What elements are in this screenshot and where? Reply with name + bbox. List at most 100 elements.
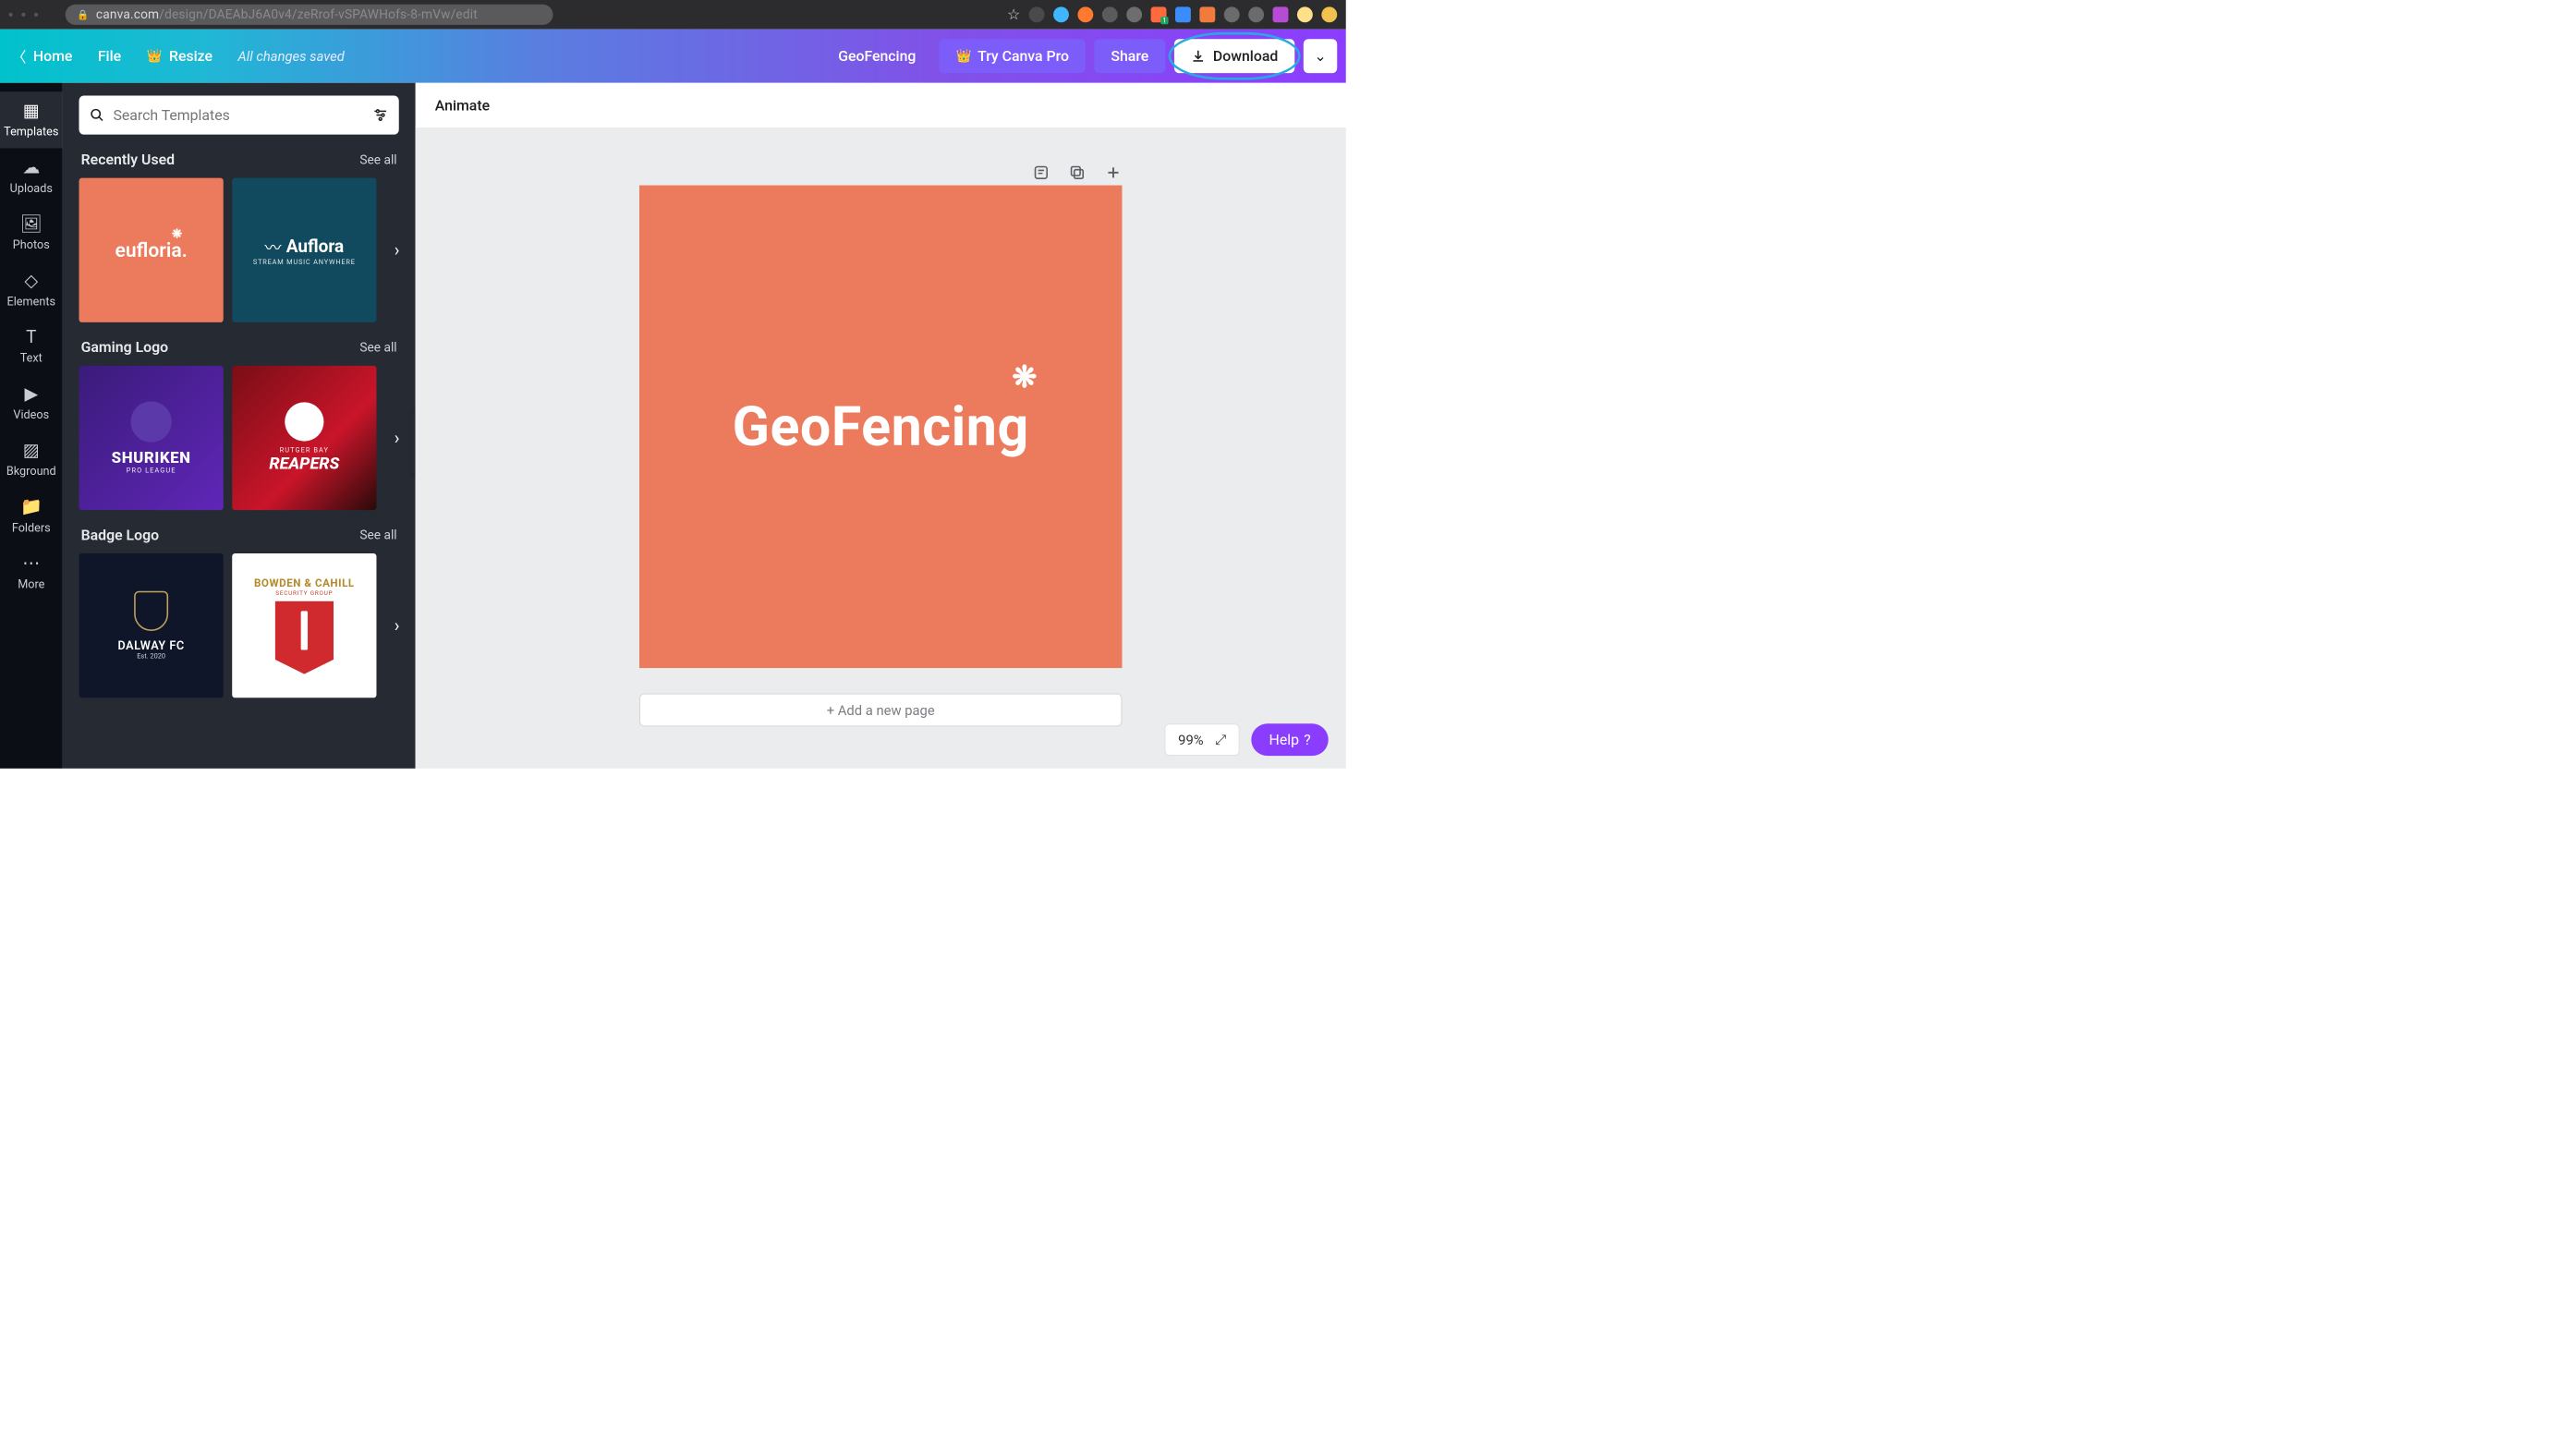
ext-icon[interactable] (1029, 6, 1045, 22)
rail-templates[interactable]: ▦Templates (0, 91, 63, 148)
banner-icon (275, 601, 334, 674)
search-input[interactable] (113, 106, 363, 123)
rail-label: Text (20, 351, 42, 365)
templates-panel: Recently Used See all eufloria. ❋ 〰Auflo… (63, 83, 416, 769)
duplicate-page-icon[interactable] (1068, 164, 1086, 181)
section-title-recent: Recently Used (81, 152, 175, 168)
rail-uploads[interactable]: ☁Uploads (0, 148, 63, 204)
lock-icon: 🔒 (77, 9, 89, 21)
download-label: Download (1213, 47, 1278, 64)
fullscreen-icon[interactable]: ⤢ (1215, 732, 1226, 748)
rail-label: More (18, 577, 44, 591)
ext-icon[interactable] (1248, 6, 1264, 22)
share-button[interactable]: Share (1094, 39, 1165, 73)
thumb-title: BOWDEN & CAHILL (254, 577, 355, 589)
side-rail: ▦Templates ☁Uploads 🖼 Photos ◇Elements TT… (0, 83, 63, 769)
ext-icon[interactable] (1053, 6, 1069, 22)
crest-icon (134, 591, 168, 631)
rail-label: Bkground (6, 464, 56, 478)
thumb-title: eufloria. (115, 238, 187, 261)
rail-bkground[interactable]: ▨Bkground (0, 431, 63, 488)
search-icon (90, 108, 104, 123)
canvas-toolbar: Animate (416, 83, 1346, 129)
section-title-gaming: Gaming Logo (81, 339, 168, 356)
photos-icon: 🖼 (0, 213, 63, 234)
rail-label: Elements (7, 295, 55, 309)
resize-label: Resize (169, 47, 212, 64)
thumb-title: DALWAY FC (118, 638, 185, 652)
see-all-recent[interactable]: See all (359, 152, 396, 167)
save-status: All changes saved (237, 48, 344, 64)
history-back-icon[interactable] (9, 13, 13, 17)
filter-icon[interactable] (372, 107, 388, 123)
scroll-right-badge[interactable]: › (386, 615, 407, 637)
try-pro-button[interactable]: 👑 Try Canva Pro (940, 39, 1086, 73)
scroll-right-recent[interactable]: › (386, 239, 407, 261)
file-menu[interactable]: File (98, 47, 121, 64)
see-all-badge[interactable]: See all (359, 528, 396, 542)
document-title[interactable]: GeoFencing (838, 47, 916, 64)
add-page-icon[interactable] (1104, 164, 1122, 181)
ext-icon[interactable] (1199, 6, 1215, 22)
template-thumb-shuriken[interactable]: SHURIKEN PRO LEAGUE (79, 366, 224, 510)
template-thumb-bowden[interactable]: BOWDEN & CAHILL SECURITY GROUP (232, 553, 376, 698)
flower-icon: ❋ (1012, 358, 1038, 394)
page-tools (639, 164, 1123, 181)
rail-label: Photos (13, 238, 50, 252)
chevron-left-icon: 〈 (12, 45, 27, 67)
see-all-gaming[interactable]: See all (359, 340, 396, 355)
rail-videos[interactable]: ▶Videos (0, 374, 63, 431)
recent-row: eufloria. ❋ 〰Auflora STREAM MUSIC ANYWHE… (79, 178, 399, 322)
notes-icon[interactable] (1032, 164, 1050, 181)
add-page-button[interactable]: + Add a new page (639, 694, 1123, 727)
more-icon: ⋯ (0, 553, 63, 574)
ext-icon[interactable] (1321, 6, 1337, 22)
home-button[interactable]: 〈 Home (12, 45, 73, 67)
animate-button[interactable]: Animate (435, 97, 490, 114)
thumb-subtitle: SECURITY GROUP (275, 589, 333, 596)
template-thumb-eufloria[interactable]: eufloria. ❋ (79, 178, 224, 322)
skull-icon (285, 402, 323, 441)
rail-elements[interactable]: ◇Elements (0, 261, 63, 318)
star-icon[interactable]: ☆ (1007, 6, 1020, 23)
rail-photos[interactable]: 🖼 Photos (0, 205, 63, 261)
ext-icon[interactable] (1126, 6, 1142, 22)
artboard-text[interactable]: GeoFencing ❋ (733, 394, 1029, 458)
download-button[interactable]: Download (1174, 39, 1295, 73)
thumb-subtitle: PRO LEAGUE (127, 467, 176, 474)
avatar-icon[interactable] (1297, 6, 1313, 22)
url-bar[interactable]: 🔒 canva.com/design/DAEAbJ6A0v4/zeRrof-vS… (66, 5, 553, 25)
thumb-title: REAPERS (269, 454, 339, 473)
ext-icon[interactable] (1102, 6, 1118, 22)
thumb-title: Auflora (286, 236, 344, 256)
resize-button[interactable]: 👑 Resize (147, 47, 212, 64)
ext-icon[interactable] (1175, 6, 1191, 22)
app-topbar: 〈 Home File 👑 Resize All changes saved G… (0, 30, 1346, 83)
zoom-control[interactable]: 99% ⤢ (1164, 723, 1239, 756)
template-thumb-reapers[interactable]: RUTGER BAY REAPERS (232, 366, 376, 510)
canvas-area: Animate GeoFencing ❋ + Add a ne (416, 83, 1346, 769)
ext-icon[interactable]: 1 (1151, 6, 1167, 22)
template-thumb-auflora[interactable]: 〰Auflora STREAM MUSIC ANYWHERE (232, 178, 376, 322)
reload-icon[interactable] (34, 13, 38, 17)
home-label: Home (33, 47, 72, 64)
bottom-right-controls: 99% ⤢ Help ? (1164, 723, 1328, 756)
artboard[interactable]: GeoFencing ❋ (639, 186, 1123, 669)
stage[interactable]: GeoFencing ❋ + Add a new page (416, 128, 1346, 768)
ext-icon[interactable] (1077, 6, 1093, 22)
rail-more[interactable]: ⋯ More (0, 544, 63, 601)
help-button[interactable]: Help ? (1252, 723, 1329, 756)
browser-extensions: ☆ 1 (1007, 6, 1337, 23)
search-templates[interactable] (79, 95, 399, 134)
rail-folders[interactable]: 📁Folders (0, 488, 63, 544)
ext-icon[interactable] (1224, 6, 1240, 22)
download-more-button[interactable]: ⌄ (1304, 39, 1337, 73)
ext-icon[interactable] (1273, 6, 1289, 22)
scroll-right-gaming[interactable]: › (386, 427, 407, 448)
section-title-badge: Badge Logo (81, 527, 159, 543)
uploads-icon: ☁ (0, 157, 63, 177)
flower-icon: ❋ (172, 226, 183, 241)
template-thumb-dalway[interactable]: DALWAY FC Est. 2020 (79, 553, 224, 698)
videos-icon: ▶ (0, 383, 63, 404)
rail-text[interactable]: TText (0, 318, 63, 374)
